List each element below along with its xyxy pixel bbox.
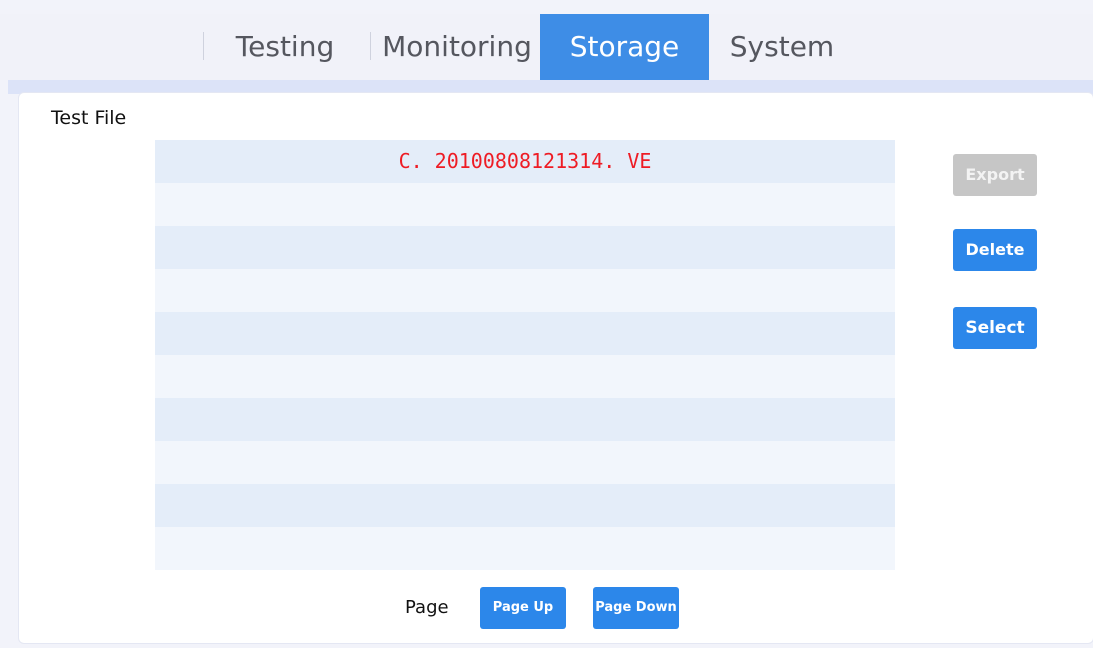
main-tab-bar: Testing Monitoring Storage System	[0, 14, 1093, 80]
page-up-button[interactable]: Page Up	[480, 587, 566, 629]
file-row[interactable]	[155, 183, 895, 226]
page-down-button[interactable]: Page Down	[593, 587, 679, 629]
file-row[interactable]	[155, 484, 895, 527]
file-row[interactable]	[155, 312, 895, 355]
tab-testing[interactable]: Testing	[222, 14, 348, 80]
file-row[interactable]	[155, 269, 895, 312]
export-button[interactable]: Export	[953, 154, 1037, 196]
page-label: Page	[405, 597, 449, 618]
tab-separator	[370, 32, 371, 60]
tab-monitoring[interactable]: Monitoring	[374, 14, 540, 80]
file-row[interactable]	[155, 527, 895, 570]
file-row[interactable]: C. 20100808121314. VE	[155, 140, 895, 183]
tab-storage[interactable]: Storage	[540, 14, 709, 80]
file-row[interactable]	[155, 441, 895, 484]
panel-title: Test File	[51, 107, 127, 129]
tab-separator	[203, 32, 204, 60]
tab-system[interactable]: System	[712, 14, 852, 80]
file-list[interactable]: C. 20100808121314. VE	[155, 140, 895, 570]
delete-button[interactable]: Delete	[953, 229, 1037, 271]
file-row[interactable]	[155, 398, 895, 441]
file-row[interactable]	[155, 355, 895, 398]
storage-screen: Testing Monitoring Storage System Test F…	[0, 0, 1093, 648]
file-row[interactable]	[155, 226, 895, 269]
storage-panel: Test File C. 20100808121314. VE Export D…	[18, 92, 1093, 644]
select-all-button[interactable]: Select All	[953, 307, 1037, 380]
